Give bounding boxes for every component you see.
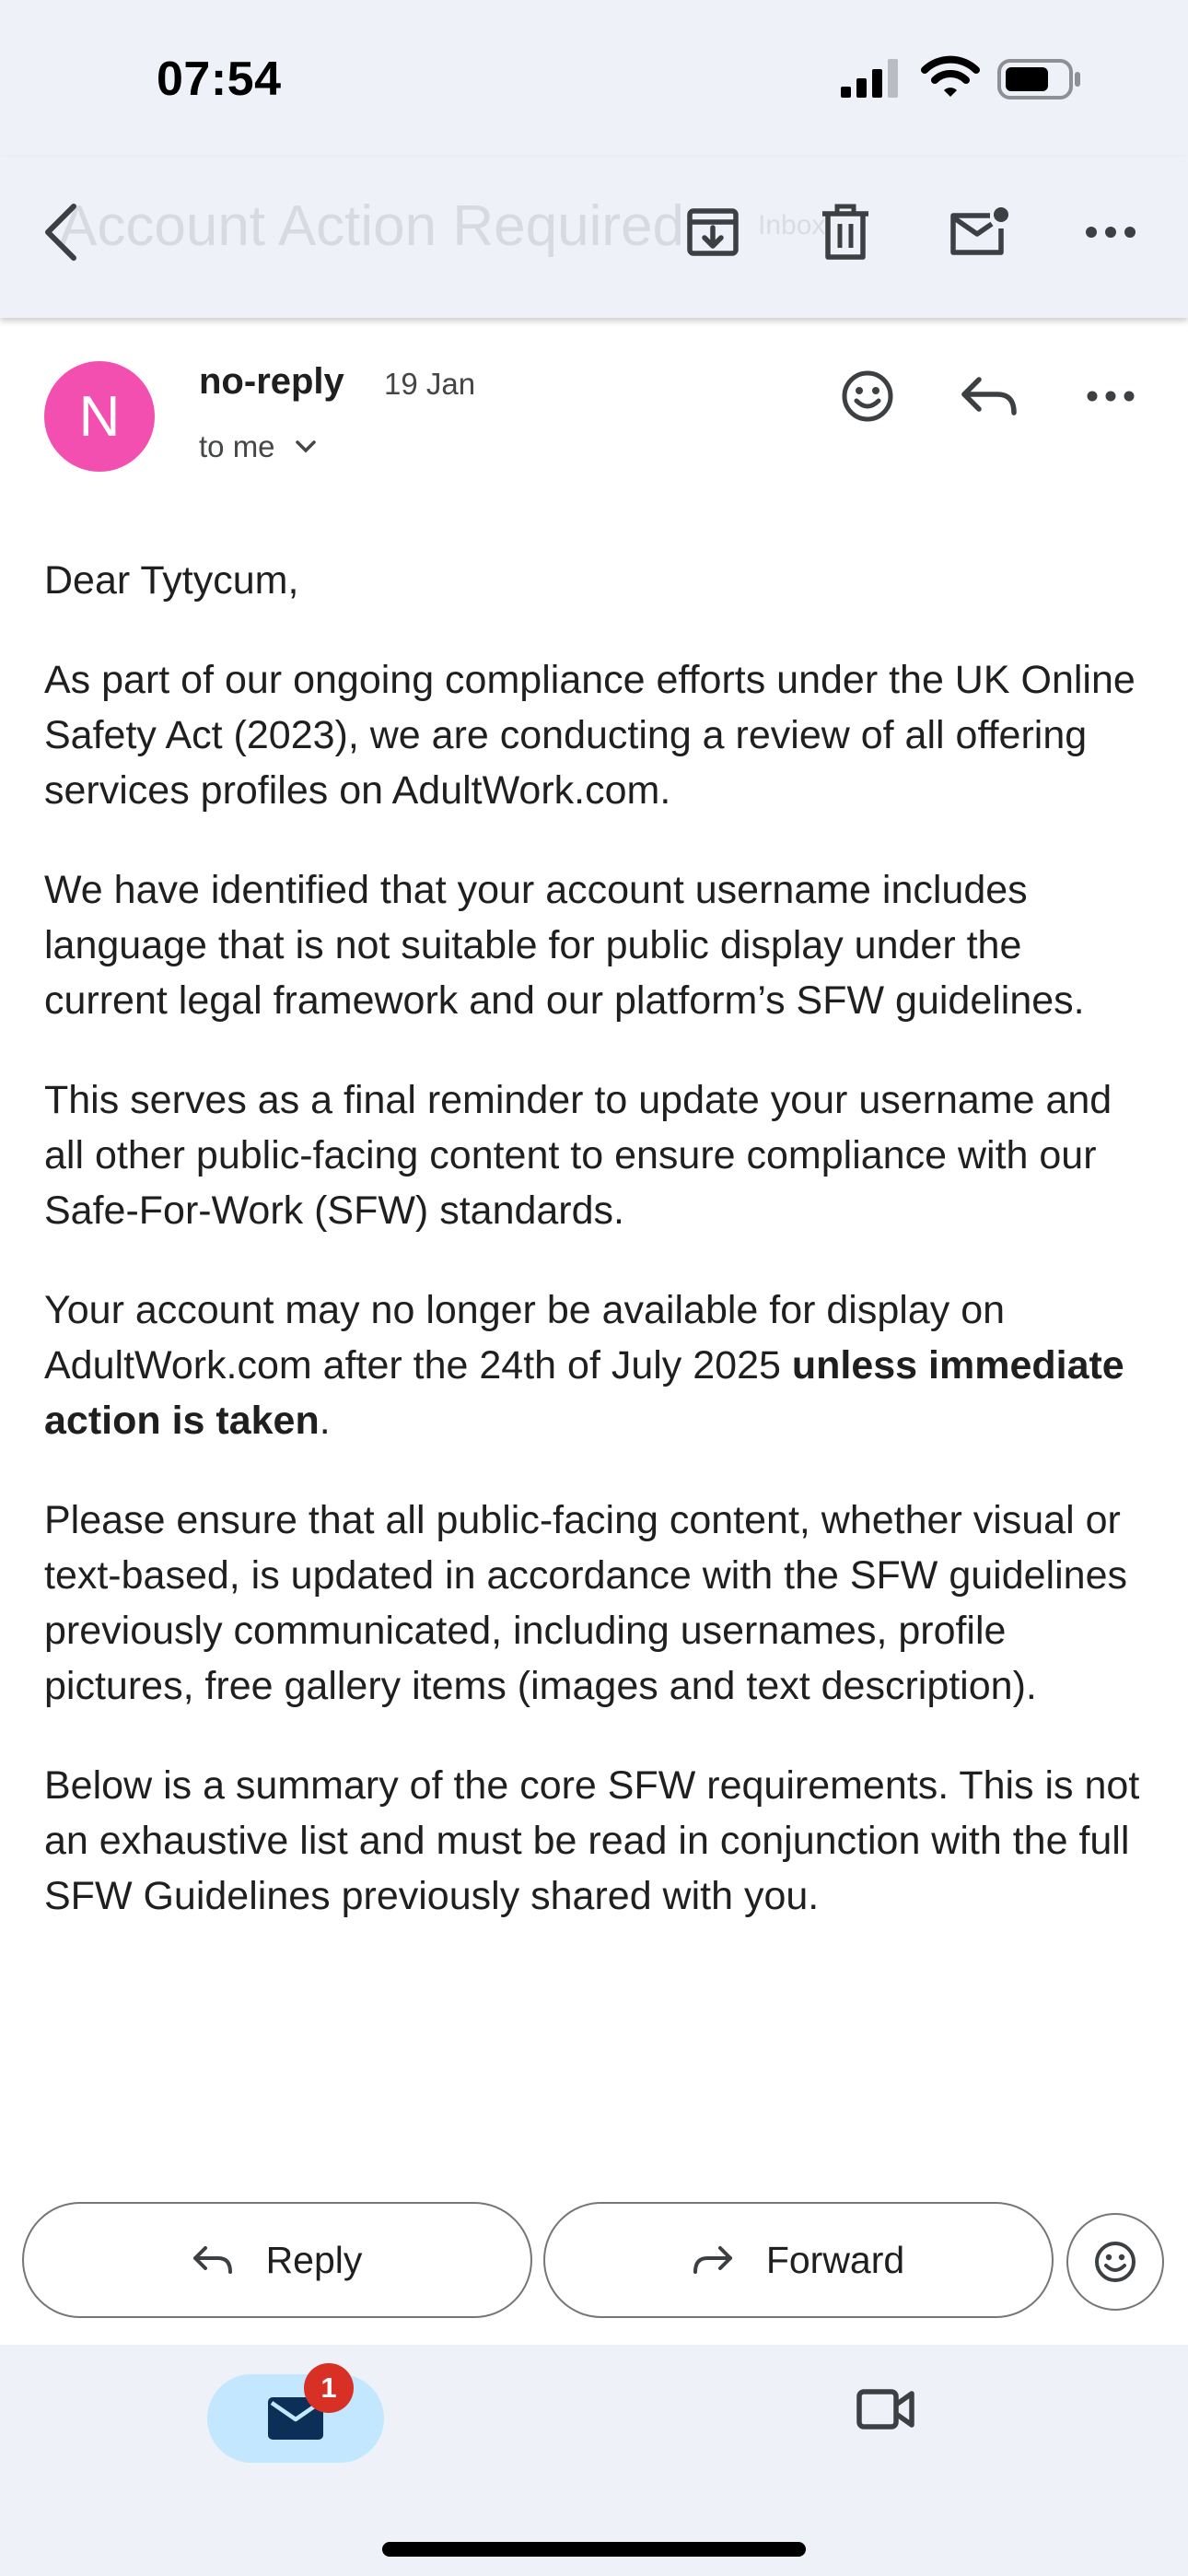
body-paragraph: This serves as a final reminder to updat… bbox=[44, 1078, 1112, 1233]
body-paragraph: Below is a summary of the core SFW requi… bbox=[44, 1763, 1140, 1918]
deadline-paragraph: Your account may no longer be available … bbox=[44, 1282, 1149, 1448]
delete-icon bbox=[822, 204, 868, 260]
wifi-icon bbox=[921, 55, 980, 97]
recipient-toggle[interactable]: to me bbox=[199, 429, 316, 464]
status-bar: 07:54 bbox=[0, 0, 1188, 157]
back-button[interactable] bbox=[24, 195, 98, 269]
home-indicator[interactable] bbox=[382, 2542, 806, 2557]
bottom-navigation: 1 bbox=[0, 2345, 1188, 2576]
faded-subject: Account Action Required bbox=[59, 194, 684, 258]
body-paragraph: We have identified that your account use… bbox=[44, 868, 1085, 1023]
recipient-label: to me bbox=[199, 429, 275, 463]
delete-button[interactable] bbox=[809, 195, 882, 269]
forward-icon bbox=[693, 2246, 732, 2274]
unread-count-badge: 1 bbox=[304, 2363, 354, 2413]
sender-avatar[interactable]: N bbox=[44, 361, 155, 472]
reply-icon bbox=[961, 377, 1017, 416]
battery-icon bbox=[997, 59, 1080, 100]
mark-unread-button[interactable] bbox=[941, 195, 1015, 269]
react-button[interactable] bbox=[1066, 2213, 1164, 2311]
forward-label: Forward bbox=[765, 2238, 905, 2281]
reply-button[interactable]: Reply bbox=[22, 2202, 532, 2318]
email-date: 19 Jan bbox=[384, 367, 476, 401]
body-paragraph: As part of our ongoing compliance effort… bbox=[44, 658, 1136, 813]
nav-mail-tab[interactable] bbox=[207, 2374, 384, 2463]
more-icon bbox=[1086, 227, 1136, 238]
back-icon bbox=[45, 204, 76, 261]
add-reaction-button[interactable] bbox=[831, 359, 904, 433]
forward-button[interactable]: Forward bbox=[543, 2202, 1054, 2318]
video-icon bbox=[856, 2389, 914, 2430]
reply-icon-button[interactable] bbox=[952, 359, 1026, 433]
sender-name[interactable]: no-reply bbox=[199, 361, 344, 403]
emoji-icon bbox=[842, 370, 893, 422]
reply-icon bbox=[192, 2246, 232, 2274]
email-header: N no-reply 19 Jan to me bbox=[0, 341, 1188, 488]
body-paragraph: Please ensure that all public-facing con… bbox=[44, 1498, 1127, 1708]
status-time: 07:54 bbox=[157, 53, 282, 106]
message-more-button[interactable] bbox=[1074, 359, 1147, 433]
mark-unread-icon bbox=[950, 207, 1008, 255]
reply-label: Reply bbox=[265, 2238, 363, 2281]
archive-button[interactable] bbox=[676, 195, 750, 269]
more-options-button[interactable] bbox=[1074, 195, 1147, 269]
more-icon bbox=[1087, 391, 1135, 402]
deadline-end: . bbox=[319, 1399, 331, 1443]
chevron-down-icon bbox=[295, 440, 316, 453]
email-toolbar: Account Action Required Inbox bbox=[0, 157, 1188, 318]
cellular-signal-icon bbox=[841, 59, 898, 98]
archive-icon bbox=[687, 208, 739, 256]
email-body: Dear Tytycum, As part of our ongoing com… bbox=[44, 553, 1149, 1968]
greeting-paragraph: Dear Tytycum, bbox=[44, 558, 299, 603]
emoji-icon bbox=[1095, 2242, 1136, 2282]
nav-meet-tab[interactable] bbox=[856, 2387, 915, 2436]
reply-actions-bar: Reply Forward bbox=[0, 2184, 1188, 2345]
